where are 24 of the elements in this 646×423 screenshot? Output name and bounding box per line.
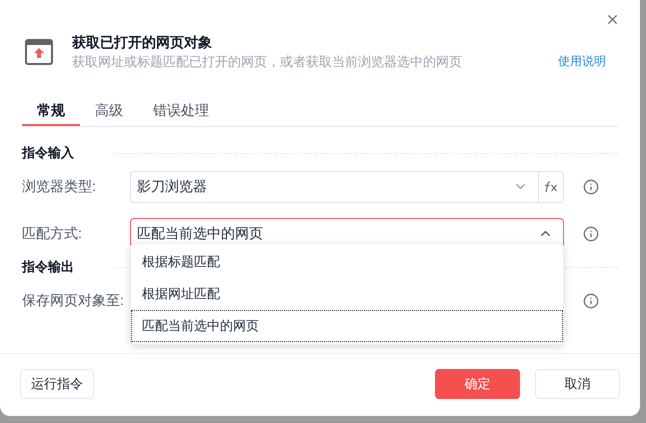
tab[interactable]: 错误处理: [138, 96, 224, 126]
function-icon: [543, 180, 559, 192]
info-icon[interactable]: [583, 226, 599, 242]
info-icon[interactable]: [583, 178, 599, 194]
field-label: 保存网页对象至:: [22, 291, 125, 310]
tab[interactable]: 高级: [80, 96, 138, 126]
dialog-subtitle: 获取网址或标题匹配已打开的网页，或者获取当前浏览器选中的网页: [72, 53, 463, 71]
close-icon[interactable]: [605, 12, 620, 27]
info-icon[interactable]: [583, 292, 599, 308]
select-value: 匹配当前选中的网页: [136, 224, 264, 243]
select-field[interactable]: 影刀浏览器: [130, 170, 564, 202]
browser-upload-icon: [25, 38, 53, 66]
section-title: 指令输出: [22, 258, 74, 276]
dropdown-option[interactable]: 根据网址匹配: [131, 278, 563, 310]
field-label: 浏览器类型:: [22, 177, 97, 196]
run-command-button[interactable]: 运行指令: [20, 368, 94, 398]
help-link[interactable]: 使用说明: [558, 52, 606, 70]
field-label: 匹配方式:: [22, 224, 83, 243]
tab[interactable]: 常规: [22, 96, 80, 126]
dialog-title: 获取已打开的网页对象: [72, 33, 213, 52]
select-value: 影刀浏览器: [136, 177, 208, 196]
dropdown-option[interactable]: 匹配当前选中的网页: [131, 310, 563, 342]
cancel-button[interactable]: 取消: [535, 368, 620, 398]
section-title: 指令输入: [22, 144, 74, 162]
